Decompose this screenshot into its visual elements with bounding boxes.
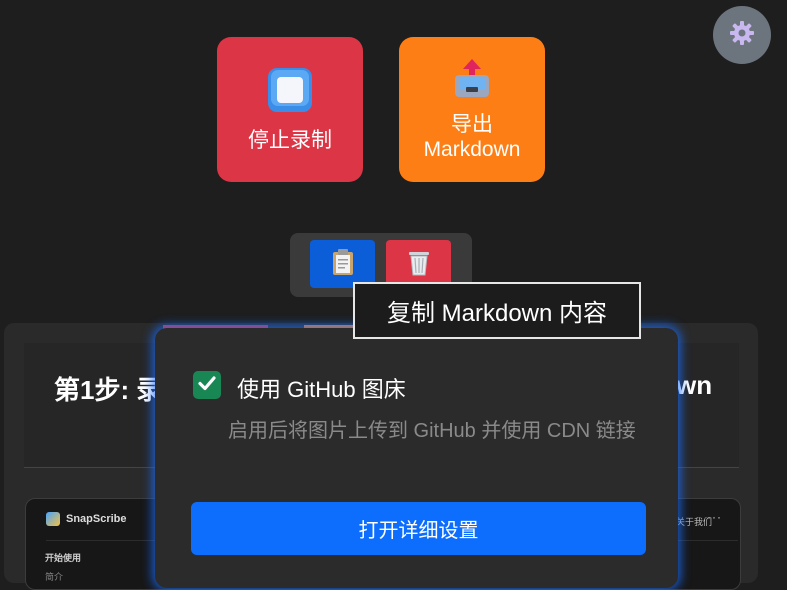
settings-button[interactable] [713,6,771,64]
checkmark-icon [197,373,217,398]
copy-markdown-tooltip: 复制 Markdown 内容 [353,282,641,339]
github-image-hosting-description: 启用后将图片上传到 GitHub 并使用 CDN 链接 [228,420,636,442]
open-detailed-settings-button[interactable]: 打开详细设置 [191,502,646,555]
app-logo-icon [46,512,60,526]
export-markdown-label: 导出 Markdown [424,112,521,162]
guide-step-title: 第1步: 录 [54,375,163,405]
more-icon: ··· [707,510,722,524]
export-label-line2: Markdown [423,138,521,161]
github-image-hosting-label[interactable]: 使用 GitHub 图床 [237,372,406,404]
preview-section-title: 开始使用 [45,553,82,563]
guide-step-title-tail: wn [676,370,713,400]
stop-icon [267,67,313,118]
stop-recording-button[interactable]: 停止录制 [217,37,363,182]
stop-recording-label: 停止录制 [248,128,332,152]
preview-app-name: SnapScribe [66,513,127,525]
export-icon [452,57,492,106]
export-markdown-button[interactable]: 导出 Markdown [399,37,545,182]
trash-icon [406,248,432,281]
github-image-hosting-checkbox[interactable] [193,371,221,399]
copy-markdown-button[interactable] [310,240,375,288]
export-label-line1: 导出 [451,113,493,136]
clipboard-icon [331,248,355,281]
gear-icon [729,20,755,51]
clear-button[interactable] [386,240,451,288]
